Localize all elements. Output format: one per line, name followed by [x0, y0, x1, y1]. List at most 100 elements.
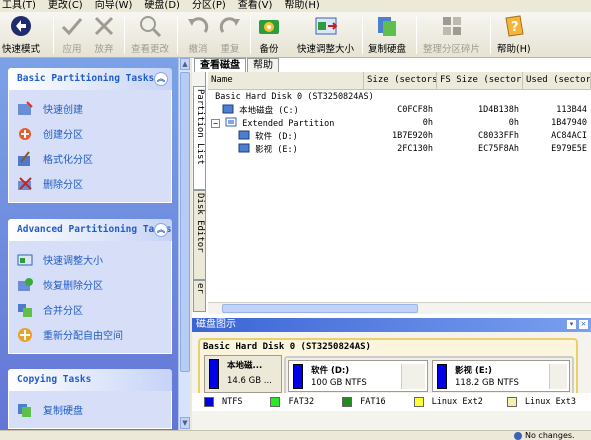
task-merge-partitions[interactable]: 合并分区 — [9, 297, 171, 322]
tab-view-disk[interactable]: 查看磁盘 — [194, 58, 246, 72]
column-used[interactable]: Used (sectors) — [523, 72, 591, 90]
merge-icon — [17, 302, 33, 318]
copying-tasks-header[interactable]: Copying Tasks — [8, 369, 172, 391]
toolbar-separator — [177, 16, 178, 54]
scroll-down-icon[interactable]: ▼ — [180, 417, 190, 429]
disk-block[interactable]: Basic Hard Disk 0 (ST3250824AS) 本地磁... 1… — [198, 338, 578, 398]
undo-button[interactable]: 撤消 — [186, 14, 210, 56]
menu-tools[interactable]: 工具(T) — [2, 0, 36, 12]
close-icon[interactable]: × — [579, 320, 588, 329]
task-copy-disk[interactable]: 复制硬盘 — [9, 397, 171, 422]
tab-partition-list[interactable]: Partition List — [193, 86, 206, 190]
column-name[interactable]: Name — [208, 72, 364, 90]
menu-changes[interactable]: 更改(C) — [48, 0, 83, 12]
partition-block-e[interactable]: 影视 (E:) 118.2 GB NTFS — [432, 360, 570, 392]
partition-block-c[interactable]: 本地磁... 14.6 GB ... — [204, 355, 282, 393]
task-panel-scrollbar[interactable]: ▲ ▼ — [178, 58, 190, 430]
undo-icon — [186, 14, 210, 38]
table-row[interactable]: − Extended Partition 0h 0h 1B47940 — [208, 117, 591, 130]
menu-disk[interactable]: 硬盘(D) — [144, 0, 180, 12]
tab-disk-editor[interactable]: Disk Editor — [193, 190, 206, 280]
resize-icon — [17, 252, 33, 268]
view-tabs: 查看磁盘 帮助 — [194, 58, 280, 72]
ntfs-color-bar — [437, 364, 447, 389]
drive-icon — [238, 130, 250, 140]
redo-button[interactable]: 重复 — [218, 14, 242, 56]
partition-block-d[interactable]: 软件 (D:) 100 GB NTFS — [288, 360, 428, 392]
quick-resize-button[interactable]: 快速调整大小 — [297, 14, 354, 56]
help-icon: ? — [502, 14, 526, 38]
column-size[interactable]: Size (sectors) — [364, 72, 437, 90]
toolbar: 快速模式 应用 放弃 查看更改 撤消 重复 备份 快速调整大小 复制硬盘 整理分… — [0, 12, 591, 58]
collapse-icon[interactable]: ︽ — [154, 223, 168, 237]
info-icon — [514, 431, 522, 440]
quick-mode-button[interactable]: 快速模式 — [2, 14, 40, 56]
undelete-icon — [17, 277, 33, 293]
backup-icon — [257, 14, 281, 38]
ntfs-color-bar — [209, 359, 219, 389]
toolbar-separator — [124, 16, 125, 54]
task-format-partition[interactable]: 格式化分区 — [9, 146, 171, 171]
column-fs-size[interactable]: FS Size (sectors) — [437, 72, 523, 90]
magnifier-icon — [138, 14, 162, 38]
task-undelete-partition[interactable]: 恢复删除分区 — [9, 272, 171, 297]
menu-view[interactable]: 查看(V) — [238, 0, 273, 12]
menu-help[interactable]: 帮助(H) — [284, 0, 319, 12]
quick-mode-icon — [9, 14, 33, 38]
legend-item-ntfs: NTFS — [204, 397, 242, 407]
backup-button[interactable]: 备份 — [257, 14, 281, 56]
legend-item-ext2: Linux Ext2 — [413, 397, 483, 407]
table-row[interactable]: 软件 (D:) 1B7E920h C8033FFh AC84ACI — [208, 130, 591, 143]
disk-map-title-bar: 磁盘图示 ▾ × — [192, 318, 591, 332]
tab-more[interactable]: er — [193, 280, 206, 312]
legend-swatch — [204, 397, 214, 407]
scrollbar-thumb[interactable] — [180, 72, 190, 372]
toolbar-separator — [490, 16, 491, 54]
view-changes-button[interactable]: 查看更改 — [131, 14, 169, 56]
scrollbar-thumb[interactable] — [222, 304, 418, 313]
scroll-up-icon[interactable]: ▲ — [180, 58, 190, 70]
checkmark-icon — [60, 14, 84, 38]
tab-help[interactable]: 帮助 — [247, 58, 279, 72]
task-quick-create[interactable]: 快速创建 — [9, 96, 171, 121]
close-icon — [92, 14, 116, 38]
copy-disk-icon — [375, 14, 399, 38]
menu-bar: 工具(T) 更改(C) 向导(W) 硬盘(D) 分区(P) 查看(V) 帮助(H… — [0, 0, 591, 12]
menu-wizard[interactable]: 向导(W) — [95, 0, 133, 12]
defrag-button[interactable]: 整理分区碎片 — [423, 14, 480, 56]
basic-tasks-header[interactable]: Basic Partitioning Tasks ︽ — [8, 68, 172, 90]
drive-icon — [238, 143, 250, 153]
table-row[interactable]: 影视 (E:) 2FC130h EC75F8Ah E979E5E — [208, 143, 591, 156]
table-row[interactable]: 本地磁盘 (C:) C0FCF8h 1D4B138h 113B44 — [208, 104, 591, 117]
legend-swatch — [413, 397, 424, 407]
advanced-tasks-header[interactable]: Advanced Partitioning Tasks ︽ — [8, 219, 172, 241]
main-panel: 查看磁盘 帮助 Partition List Disk Editor er Na… — [192, 58, 591, 430]
collapse-icon[interactable]: ︽ — [154, 72, 168, 86]
legend-item-fat32: FAT32 — [270, 397, 314, 407]
legend-swatch — [506, 397, 517, 407]
legend-swatch — [270, 397, 281, 407]
task-quick-resize[interactable]: 快速调整大小 — [9, 247, 171, 272]
delete-partition-icon — [17, 176, 33, 192]
task-create-partition[interactable]: 创建分区 — [9, 121, 171, 146]
free-space-segment — [549, 364, 567, 389]
table-horizontal-scrollbar[interactable] — [208, 302, 591, 314]
apply-button[interactable]: 应用 — [60, 14, 84, 56]
collapse-tree-icon[interactable]: − — [211, 119, 220, 128]
copy-disk-button[interactable]: 复制硬盘 — [368, 14, 406, 56]
menu-partition[interactable]: 分区(P) — [192, 0, 226, 12]
partition-table: Name Size (sectors) FS Size (sectors) Us… — [208, 72, 591, 302]
filesystem-legend: NTFS FAT32 FAT16 Linux Ext2 Linux Ext3 — [192, 393, 591, 411]
task-panel: Basic Partitioning Tasks ︽ 快速创建 创建分区 格式化… — [0, 58, 190, 430]
help-button[interactable]: ? 帮助(H) — [497, 14, 531, 56]
task-delete-partition[interactable]: 删除分区 — [9, 171, 171, 196]
table-header: Name Size (sectors) FS Size (sectors) Us… — [208, 72, 591, 90]
free-space-segment — [401, 364, 425, 389]
format-partition-icon — [17, 150, 33, 167]
task-redistribute-space[interactable]: 重新分配自由空间 — [9, 322, 171, 347]
toolbar-separator — [416, 16, 417, 54]
restore-icon[interactable]: ▾ — [567, 320, 576, 329]
table-row[interactable]: Basic Hard Disk 0 (ST3250824AS) — [208, 91, 591, 104]
discard-button[interactable]: 放弃 — [92, 14, 116, 56]
side-tabs: Partition List Disk Editor er — [192, 72, 206, 312]
